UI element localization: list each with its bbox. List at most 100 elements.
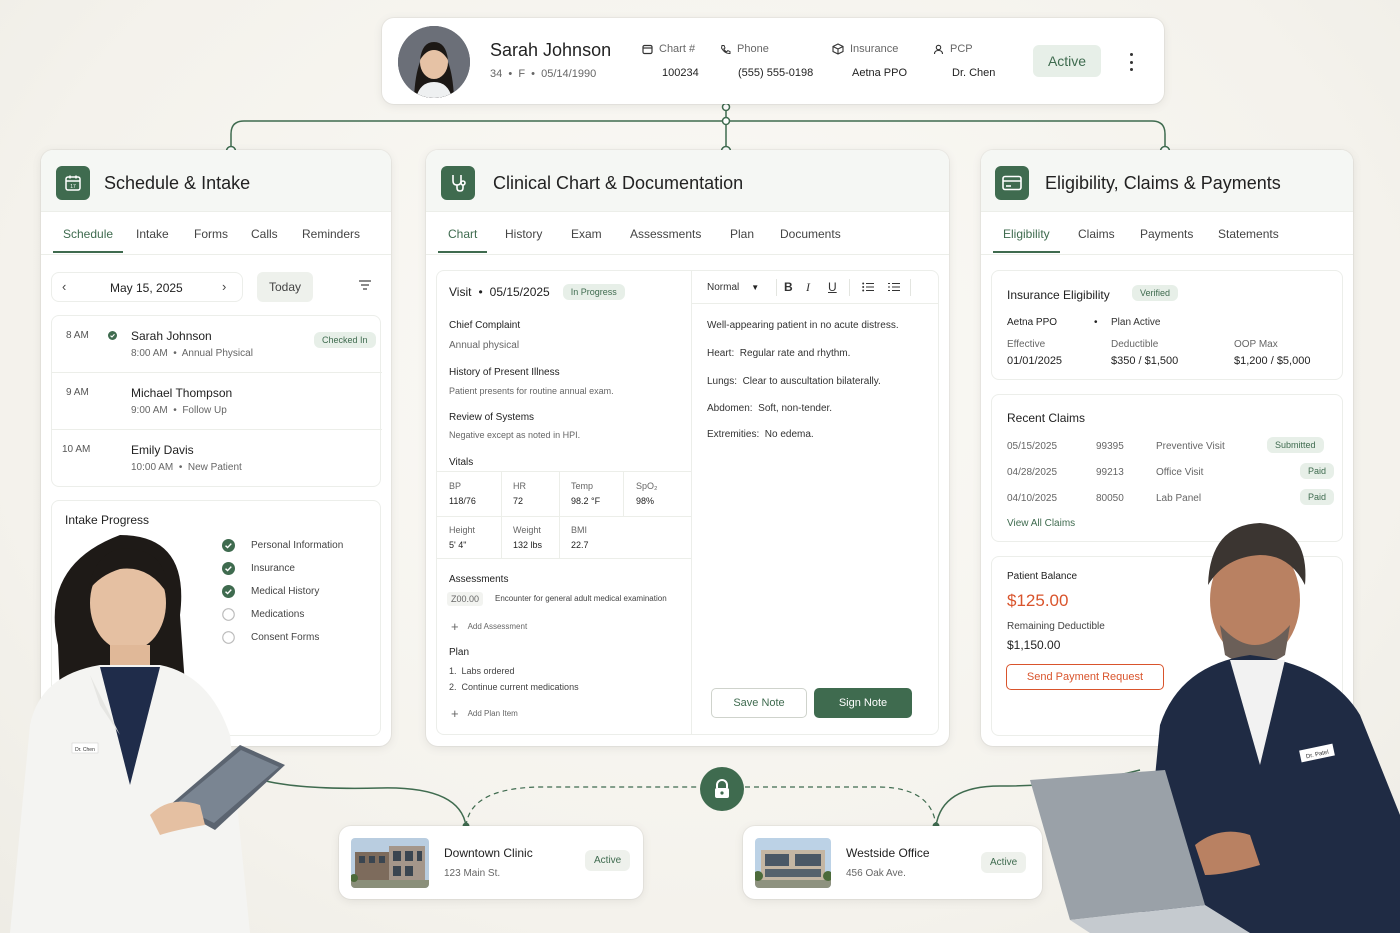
pcp-label: PCP xyxy=(933,43,973,55)
current-date: May 15, 2025 xyxy=(110,281,183,295)
location-address: 123 Main St. xyxy=(444,868,501,879)
italic-icon[interactable]: I xyxy=(806,280,810,295)
vitals-label: Vitals xyxy=(449,457,474,468)
filter-icon[interactable] xyxy=(359,280,371,290)
more-options-icon[interactable] xyxy=(1124,51,1138,73)
numbered-list-icon[interactable] xyxy=(888,282,900,292)
tab-plan[interactable]: Plan xyxy=(730,227,754,241)
plan-label: Plan xyxy=(449,647,470,658)
vital-value: 5' 4" xyxy=(449,540,467,550)
chevron-down-icon: ▼ xyxy=(751,283,760,292)
bold-icon[interactable]: B xyxy=(784,280,793,294)
sign-note-button[interactable]: Sign Note xyxy=(814,688,912,718)
vital-value: 98% xyxy=(636,496,655,506)
tab-reminders[interactable]: Reminders xyxy=(302,227,360,241)
appointment-detail: 8:00 AM • Annual Physical xyxy=(131,348,253,359)
style-select[interactable]: Normal ▼ xyxy=(707,282,759,293)
vital-label: BP xyxy=(449,481,462,491)
add-assessment-label: Add Assessment xyxy=(467,622,528,631)
doctor-left-badge: Dr. Chen xyxy=(75,747,95,753)
visit-status-badge: In Progress xyxy=(562,284,625,300)
claim-code: 99395 xyxy=(1096,441,1124,452)
visit-date: 05/15/2025 xyxy=(489,285,550,299)
bullet-list-icon[interactable] xyxy=(862,282,874,292)
tab-payments[interactable]: Payments xyxy=(1140,227,1193,241)
pcp-value: Dr. Chen xyxy=(952,67,996,79)
effective-label: Effective xyxy=(1007,339,1046,350)
chief-complaint-label: Chief Complaint xyxy=(449,320,521,331)
eligibility-card: Insurance Eligibility Verified Aetna PPO… xyxy=(991,270,1343,380)
person-icon xyxy=(933,44,944,54)
phone-icon xyxy=(720,44,731,54)
appointment-row[interactable]: 10 AM Emily Davis 10:00 AM • New Patient xyxy=(52,430,382,487)
appointment-time: 8 AM xyxy=(66,330,89,341)
appointment-row[interactable]: 9 AM Michael Thompson 9:00 AM • Follow U… xyxy=(52,373,382,430)
appointment-list: 8 AM Sarah Johnson 8:00 AM • Annual Phys… xyxy=(51,315,382,487)
appointment-detail: 10:00 AM • New Patient xyxy=(131,462,242,473)
claim-code: 99213 xyxy=(1096,467,1124,478)
visit-label: Visit xyxy=(449,285,472,299)
ros-value: Negative except as noted in HPI. xyxy=(449,430,581,440)
plan-status: Plan Active xyxy=(1111,317,1161,328)
check-icon xyxy=(108,331,117,340)
tab-intake[interactable]: Intake xyxy=(136,227,169,241)
claim-code: 80050 xyxy=(1096,493,1124,504)
claim-date: 04/28/2025 xyxy=(1007,467,1058,478)
today-button[interactable]: Today xyxy=(257,272,313,302)
tab-calls[interactable]: Calls xyxy=(251,227,278,241)
tab-exam[interactable]: Exam xyxy=(571,227,602,241)
credit-card-icon xyxy=(995,166,1029,200)
underline-icon[interactable]: U xyxy=(828,280,837,294)
date-navigator: ‹ May 15, 2025 › xyxy=(51,272,243,302)
checked-in-badge: Checked In xyxy=(314,332,376,348)
note-line: Extremities: No edema. xyxy=(707,429,814,440)
appointment-name: Emily Davis xyxy=(131,443,194,457)
tab-eligibility[interactable]: Eligibility xyxy=(993,227,1060,253)
tab-documents[interactable]: Documents xyxy=(780,227,841,241)
appointment-type: New Patient xyxy=(187,462,242,473)
assessments-label: Assessments xyxy=(449,574,509,585)
insurance-label: Insurance xyxy=(832,43,898,55)
note-line: Well-appearing patient in no acute distr… xyxy=(707,320,899,331)
building-photo xyxy=(351,838,429,888)
claim-row[interactable]: 04/28/2025 99213 Office Visit Paid xyxy=(992,463,1344,487)
tab-statements[interactable]: Statements xyxy=(1218,227,1279,241)
editor-toolbar: Normal ▼ B I U xyxy=(692,271,938,304)
deductible-label: Deductible xyxy=(1111,339,1159,350)
chart-label-text: Chart # xyxy=(659,43,696,55)
ros-label: Review of Systems xyxy=(449,412,535,423)
tab-history[interactable]: History xyxy=(505,227,542,241)
tab-claims[interactable]: Claims xyxy=(1078,227,1115,241)
lock-badge xyxy=(700,767,744,811)
vital-value: 72 xyxy=(513,496,524,506)
claim-status-badge: Paid xyxy=(1300,489,1335,505)
claim-row[interactable]: 04/10/2025 80050 Lab Panel Paid xyxy=(992,489,1344,513)
style-select-value: Normal xyxy=(707,282,740,293)
location-address: 456 Oak Ave. xyxy=(846,868,906,879)
claim-row[interactable]: 05/15/2025 99395 Preventive Visit Submit… xyxy=(992,437,1344,461)
avatar xyxy=(398,26,470,98)
appointment-row[interactable]: 8 AM Sarah Johnson 8:00 AM • Annual Phys… xyxy=(52,316,382,373)
note-line: Abdomen: Soft, non-tender. xyxy=(707,403,833,414)
location-card[interactable]: Downtown Clinic 123 Main St. Active xyxy=(339,826,643,899)
location-card[interactable]: Westside Office 456 Oak Ave. Active xyxy=(743,826,1042,899)
add-assessment-button[interactable]: + Add Assessment xyxy=(451,619,527,634)
save-note-button[interactable]: Save Note xyxy=(711,688,807,718)
plan-item: 2. Continue current medications xyxy=(449,682,579,692)
claim-description: Office Visit xyxy=(1156,467,1204,478)
tab-forms[interactable]: Forms xyxy=(194,227,228,241)
plan-name: Aetna PPO xyxy=(1007,317,1058,328)
chart-number-label: Chart # xyxy=(642,43,695,55)
tab-schedule[interactable]: Schedule xyxy=(52,227,124,253)
add-plan-item-button[interactable]: + Add Plan Item xyxy=(451,706,518,721)
chevron-right-icon[interactable]: › xyxy=(222,279,226,294)
chevron-left-icon[interactable]: ‹ xyxy=(62,279,66,294)
doctor-right-illustration: Dr. Patel xyxy=(1020,515,1400,933)
tab-assessments[interactable]: Assessments xyxy=(630,227,701,241)
tab-chart[interactable]: Chart xyxy=(437,227,488,253)
folder-icon xyxy=(642,44,653,54)
vital-label: Temp xyxy=(571,481,594,491)
patient-dob: 05/14/1990 xyxy=(541,68,597,80)
note-line: Lungs: Clear to auscultation bilaterally… xyxy=(707,376,881,387)
doctor-left-illustration: Dr. Chen xyxy=(0,525,290,933)
